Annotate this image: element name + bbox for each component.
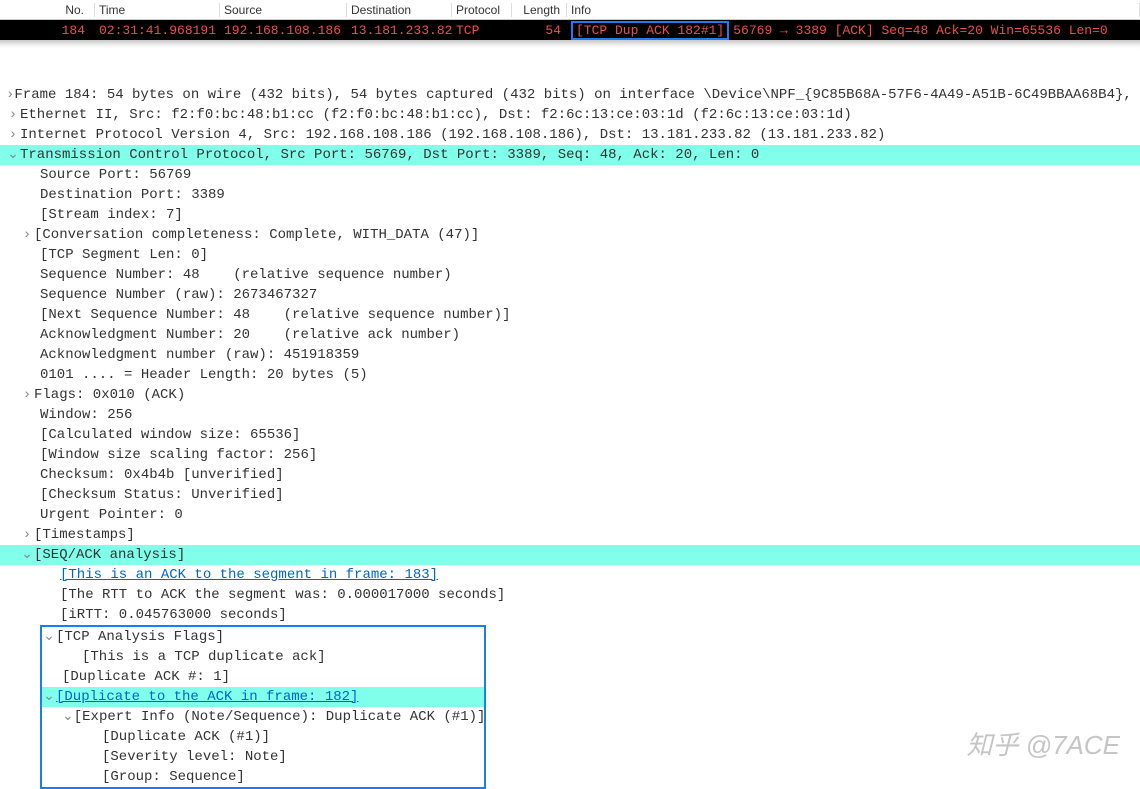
dup-ack-highlight: [TCP Dup ACK 182#1] bbox=[571, 21, 729, 40]
cell-protocol: TCP bbox=[452, 23, 512, 38]
dup-ack-msg[interactable]: [This is a TCP duplicate ack] bbox=[42, 647, 484, 667]
next-seq[interactable]: [Next Sequence Number: 48 (relative sequ… bbox=[0, 305, 1140, 325]
tcp-analysis-flags[interactable]: ⌄[TCP Analysis Flags] bbox=[42, 627, 484, 647]
chevron-down-icon[interactable]: ⌄ bbox=[20, 545, 34, 565]
chevron-right-icon[interactable]: › bbox=[20, 525, 34, 545]
stream-index[interactable]: [Stream index: 7] bbox=[0, 205, 1140, 225]
info-rest: 56769 → 3389 [ACK] Seq=48 Ack=20 Win=655… bbox=[733, 23, 1107, 38]
chevron-down-icon[interactable]: ⌄ bbox=[42, 687, 56, 707]
packet-detail-pane[interactable]: ›Frame 184: 54 bytes on wire (432 bits),… bbox=[0, 85, 1140, 789]
seq-ack-analysis[interactable]: ⌄[SEQ/ACK analysis] bbox=[0, 545, 1140, 565]
ethernet-line[interactable]: ›Ethernet II, Src: f2:f0:bc:48:b1:cc (f2… bbox=[0, 105, 1140, 125]
frame-line[interactable]: ›Frame 184: 54 bytes on wire (432 bits),… bbox=[0, 85, 1140, 105]
ip-line[interactable]: ›Internet Protocol Version 4, Src: 192.1… bbox=[0, 125, 1140, 145]
group[interactable]: [Group: Sequence] bbox=[42, 767, 484, 787]
col-length[interactable]: Length bbox=[512, 3, 567, 17]
severity[interactable]: [Severity level: Note] bbox=[42, 747, 484, 767]
chevron-right-icon[interactable]: › bbox=[20, 385, 34, 405]
chevron-right-icon[interactable]: › bbox=[20, 225, 34, 245]
packet-row-184[interactable]: 184 02:31:41.968191 192.168.108.186 13.1… bbox=[0, 20, 1140, 40]
seq-raw[interactable]: Sequence Number (raw): 2673467327 bbox=[0, 285, 1140, 305]
chevron-right-icon[interactable]: › bbox=[6, 125, 20, 145]
col-source[interactable]: Source bbox=[220, 3, 347, 17]
ack-to-frame[interactable]: [This is an ACK to the segment in frame:… bbox=[0, 565, 1140, 585]
cell-source: 192.168.108.186 bbox=[220, 23, 347, 38]
completeness[interactable]: ›[Conversation completeness: Complete, W… bbox=[0, 225, 1140, 245]
timestamps[interactable]: ›[Timestamps] bbox=[0, 525, 1140, 545]
ack-num[interactable]: Acknowledgment Number: 20 (relative ack … bbox=[0, 325, 1140, 345]
col-destination[interactable]: Destination bbox=[347, 3, 452, 17]
tcp-line[interactable]: ⌄Transmission Control Protocol, Src Port… bbox=[0, 145, 1140, 165]
cell-no: 184 bbox=[0, 23, 95, 38]
cell-info: [TCP Dup ACK 182#1] 56769 → 3389 [ACK] S… bbox=[567, 21, 1140, 40]
chevron-right-icon[interactable]: › bbox=[6, 85, 14, 105]
win-scale[interactable]: [Window size scaling factor: 256] bbox=[0, 445, 1140, 465]
tcp-analysis-box: ⌄[TCP Analysis Flags] [This is a TCP dup… bbox=[40, 625, 486, 789]
urgent-pointer[interactable]: Urgent Pointer: 0 bbox=[0, 505, 1140, 525]
dup-to-frame[interactable]: ⌄[Duplicate to the ACK in frame: 182] bbox=[42, 687, 484, 707]
flags[interactable]: ›Flags: 0x010 (ACK) bbox=[0, 385, 1140, 405]
col-no[interactable]: No. bbox=[0, 3, 95, 17]
dup-ack-1[interactable]: [Duplicate ACK (#1)] bbox=[42, 727, 484, 747]
rtt[interactable]: [The RTT to ACK the segment was: 0.00001… bbox=[0, 585, 1140, 605]
cell-time: 02:31:41.968191 bbox=[95, 23, 220, 38]
cell-destination: 13.181.233.82 bbox=[347, 23, 452, 38]
ack-raw[interactable]: Acknowledgment number (raw): 451918359 bbox=[0, 345, 1140, 365]
chevron-down-icon[interactable]: ⌄ bbox=[42, 627, 56, 647]
seq-num[interactable]: Sequence Number: 48 (relative sequence n… bbox=[0, 265, 1140, 285]
chevron-down-icon[interactable]: ⌄ bbox=[62, 707, 74, 727]
col-time[interactable]: Time bbox=[95, 3, 220, 17]
seg-len[interactable]: [TCP Segment Len: 0] bbox=[0, 245, 1140, 265]
hdr-len[interactable]: 0101 .... = Header Length: 20 bytes (5) bbox=[0, 365, 1140, 385]
dup-ack-num[interactable]: [Duplicate ACK #: 1] bbox=[42, 667, 484, 687]
checksum[interactable]: Checksum: 0x4b4b [unverified] bbox=[0, 465, 1140, 485]
expert-info[interactable]: ⌄[Expert Info (Note/Sequence): Duplicate… bbox=[42, 707, 484, 727]
checksum-status[interactable]: [Checksum Status: Unverified] bbox=[0, 485, 1140, 505]
col-info[interactable]: Info bbox=[567, 3, 1140, 17]
chevron-down-icon[interactable]: ⌄ bbox=[6, 145, 20, 165]
packet-list-header: No. Time Source Destination Protocol Len… bbox=[0, 0, 1140, 20]
col-protocol[interactable]: Protocol bbox=[452, 3, 512, 17]
window[interactable]: Window: 256 bbox=[0, 405, 1140, 425]
irtt[interactable]: [iRTT: 0.045763000 seconds] bbox=[0, 605, 1140, 625]
cell-length: 54 bbox=[512, 23, 567, 38]
dst-port[interactable]: Destination Port: 3389 bbox=[0, 185, 1140, 205]
src-port[interactable]: Source Port: 56769 bbox=[0, 165, 1140, 185]
chevron-right-icon[interactable]: › bbox=[6, 105, 20, 125]
calc-win[interactable]: [Calculated window size: 65536] bbox=[0, 425, 1140, 445]
